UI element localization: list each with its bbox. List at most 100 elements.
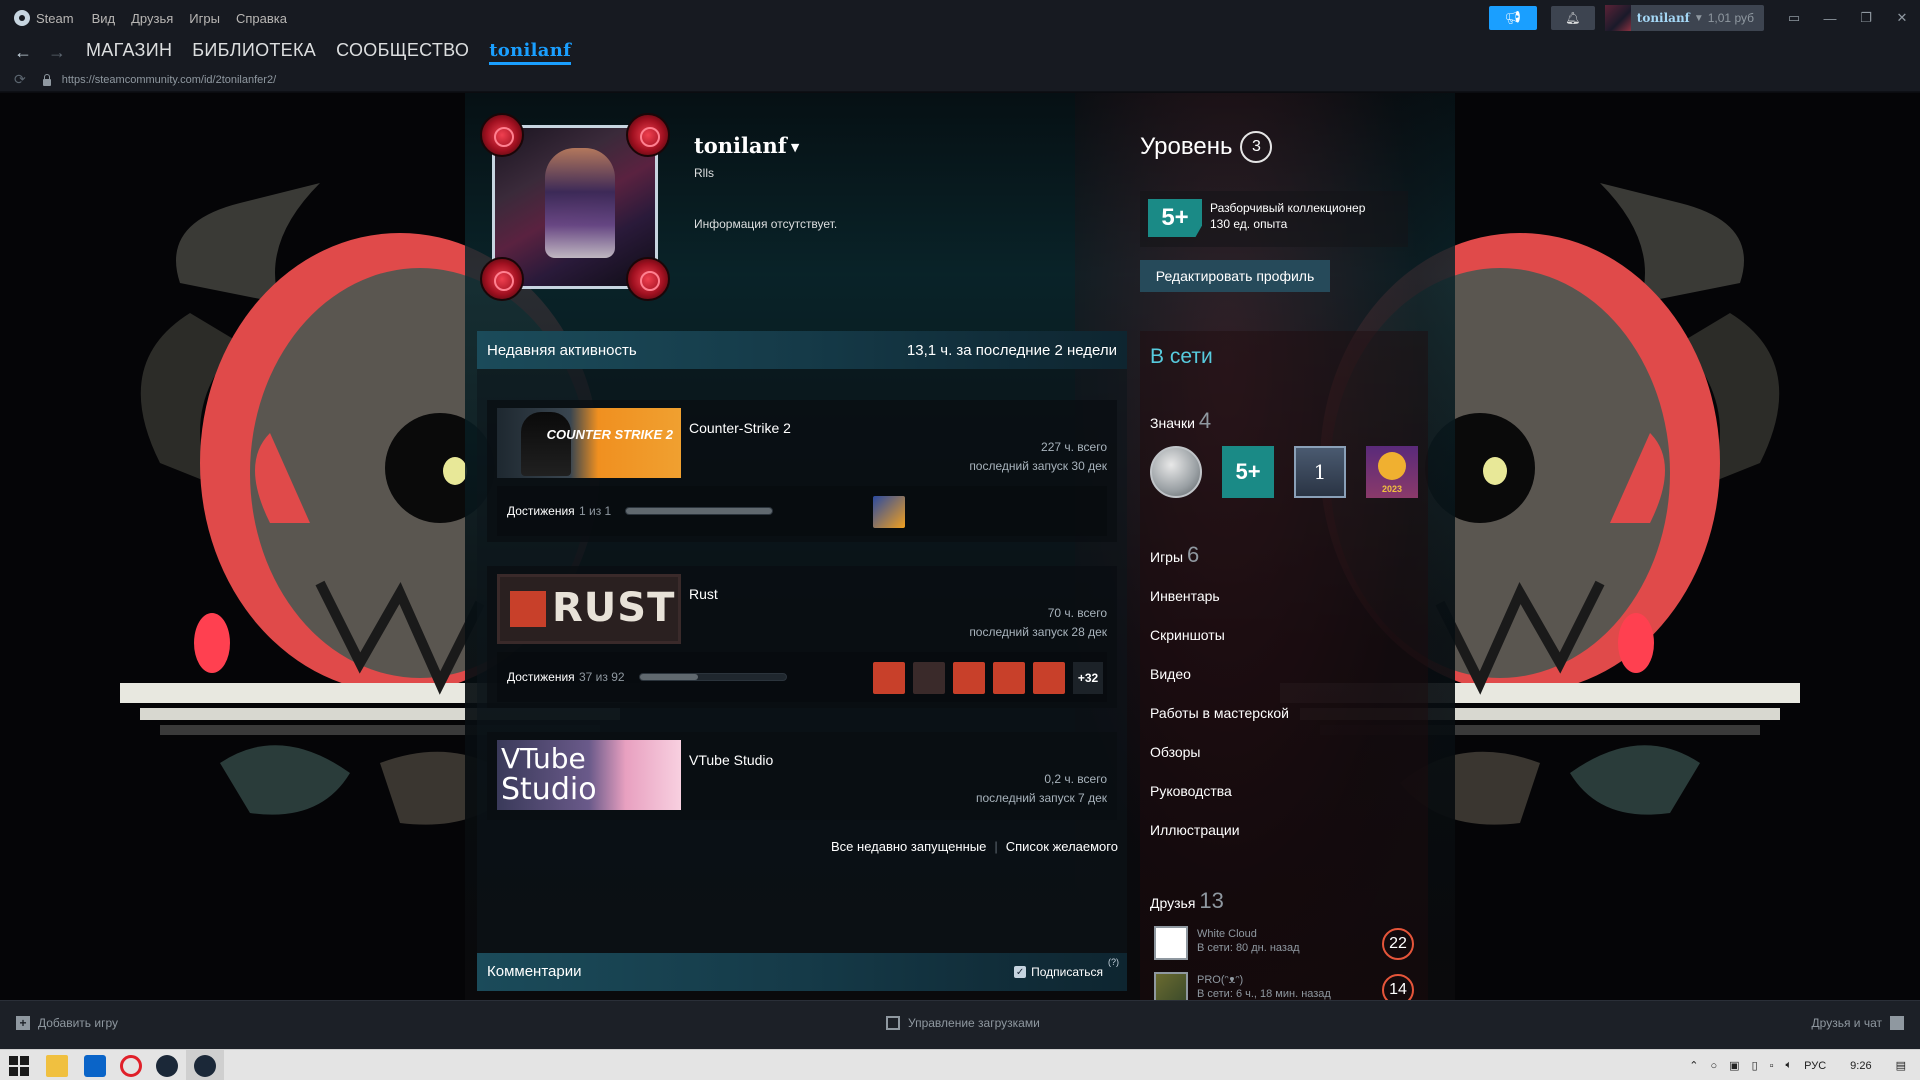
friends-icon: [1890, 1016, 1904, 1030]
tray-app-icon[interactable]: ○: [1711, 1060, 1718, 1072]
game-capsule-rust[interactable]: RUST: [497, 574, 681, 644]
menu-view[interactable]: Вид: [92, 11, 116, 26]
cs2-logo-text: COUNTER STRIKE 2: [546, 427, 673, 442]
title-bar: Steam Вид Друзья Игры Справка 📢︎ 🔔︎ toni…: [0, 0, 1920, 36]
nav-library[interactable]: БИБЛИОТЕКА: [192, 40, 316, 65]
reload-icon[interactable]: ⟳: [14, 71, 26, 88]
account-menu[interactable]: tonilanf ▼ 1,01 руб: [1604, 5, 1764, 31]
game-name[interactable]: Rust: [689, 586, 718, 602]
games-count: 6: [1187, 542, 1200, 567]
windows-start-icon[interactable]: [8, 1055, 30, 1077]
big-picture-icon[interactable]: ▭: [1776, 10, 1812, 26]
maximize-icon[interactable]: ❐: [1848, 10, 1884, 26]
friends-chat-button[interactable]: Друзья и чат: [1812, 1016, 1904, 1030]
achievement-icon[interactable]: [873, 496, 905, 528]
system-tray: ⌃ ○ ▣ ▯ ▫ 🔈︎ РУС 9:26 ▤: [1683, 1050, 1920, 1080]
wishlist-link[interactable]: Список желаемого: [1006, 839, 1118, 854]
videos-link[interactable]: Видео: [1150, 666, 1191, 682]
friend-row[interactable]: PRO(ᵔᴥᵔ) В сети: 6 ч., 18 мин. назад 14: [1154, 972, 1414, 1000]
announcements-button[interactable]: 📢︎: [1488, 6, 1537, 30]
battery-icon[interactable]: ▯: [1752, 1059, 1758, 1072]
badges-section-title[interactable]: Значки 4: [1150, 408, 1211, 434]
game-capsule-cs2[interactable]: COUNTER STRIKE 2: [497, 408, 681, 478]
subscribe-label: Подписаться: [1031, 965, 1103, 979]
recent-activity-summary: 13,1 ч. за последние 2 недели: [906, 341, 1117, 359]
close-icon[interactable]: ✕: [1884, 10, 1920, 26]
friends-section-title[interactable]: Друзья 13: [1150, 888, 1224, 914]
inventory-link[interactable]: Инвентарь: [1150, 588, 1220, 604]
outlook-icon[interactable]: [84, 1055, 106, 1077]
opera-icon[interactable]: [120, 1055, 142, 1077]
screenshots-link[interactable]: Скриншоты: [1150, 627, 1225, 643]
add-game-button[interactable]: + Добавить игру: [16, 1016, 118, 1030]
badges-count: 4: [1198, 408, 1212, 433]
game-name[interactable]: Counter-Strike 2: [689, 420, 791, 436]
achievements-label[interactable]: Достижения: [507, 670, 575, 684]
notification-center-icon[interactable]: ▤: [1896, 1059, 1906, 1072]
clock[interactable]: 9:26: [1850, 1060, 1871, 1072]
rose-icon: [626, 257, 670, 301]
activity-links: Все недавно запущенные | Список желаемог…: [831, 839, 1118, 854]
guides-link[interactable]: Руководства: [1150, 783, 1232, 799]
minimize-icon[interactable]: —: [1812, 11, 1848, 26]
comments-title: Комментарии: [487, 963, 582, 980]
menu-friends[interactable]: Друзья: [131, 11, 173, 26]
camera-icon[interactable]: ▣: [1729, 1059, 1739, 1072]
steam-replay-2023-badge-icon[interactable]: 2023: [1366, 446, 1418, 498]
workshop-link[interactable]: Работы в мастерской: [1150, 705, 1289, 721]
url-bar: ⟳ https://steamcommunity.com/id/2tonilan…: [0, 68, 1920, 92]
add-game-label: Добавить игру: [38, 1016, 118, 1030]
language-indicator[interactable]: РУС: [1804, 1060, 1826, 1072]
friend-avatar: [1154, 972, 1188, 1000]
achievement-icon[interactable]: [993, 662, 1025, 694]
steam-menu[interactable]: Steam: [14, 10, 74, 26]
featured-badge[interactable]: 5+ Разборчивый коллекционер 130 ед. опыт…: [1140, 191, 1408, 247]
nav-profile[interactable]: tonilanf: [489, 40, 572, 65]
rust-logo-icon: [510, 591, 546, 627]
back-arrow-icon[interactable]: ←: [14, 42, 32, 63]
profile-name[interactable]: tonilanf ▼: [694, 133, 799, 158]
reviews-link[interactable]: Обзоры: [1150, 744, 1201, 760]
subscribe-toggle[interactable]: ✓ Подписаться: [1014, 965, 1103, 979]
nav-links: МАГАЗИН БИБЛИОТЕКА СООБЩЕСТВО tonilanf: [86, 40, 572, 65]
achievement-icon[interactable]: [873, 662, 905, 694]
chevron-up-icon[interactable]: ⌃: [1689, 1059, 1698, 1072]
coin-badge-icon[interactable]: [1150, 446, 1202, 498]
downloads-button[interactable]: Управление загрузками: [886, 1016, 1040, 1030]
friend-row[interactable]: White Cloud В сети: 80 дн. назад 22: [1154, 926, 1414, 966]
achievements-count: 37 из 92: [579, 670, 625, 684]
achievements-label[interactable]: Достижения: [507, 504, 575, 518]
volume-icon[interactable]: 🔈︎: [1786, 1059, 1793, 1072]
online-status: В сети: [1150, 345, 1213, 368]
file-explorer-icon[interactable]: [46, 1055, 68, 1077]
nav-community[interactable]: СООБЩЕСТВО: [336, 40, 469, 65]
menu-help[interactable]: Справка: [236, 11, 287, 26]
notifications-button[interactable]: 🔔︎: [1550, 6, 1595, 30]
game-capsule-vtube[interactable]: VTube Studio: [497, 740, 681, 810]
edit-profile-button[interactable]: Редактировать профиль: [1140, 260, 1330, 292]
help-tooltip[interactable]: (?): [1108, 957, 1119, 967]
url-text[interactable]: https://steamcommunity.com/id/2tonilanfe…: [62, 74, 276, 86]
title-bar-right: 📢︎ 🔔︎ tonilanf ▼ 1,01 руб ▭ — ❐ ✕: [1488, 0, 1920, 36]
achievements-progress: [625, 507, 773, 515]
artwork-link[interactable]: Иллюстрации: [1150, 822, 1240, 838]
game-name[interactable]: VTube Studio: [689, 752, 773, 768]
years-badge-icon[interactable]: 1: [1294, 446, 1346, 498]
steam-taskbar-icon-active[interactable]: [194, 1055, 216, 1077]
checkbox-checked-icon[interactable]: ✓: [1014, 966, 1027, 978]
menu-games[interactable]: Игры: [189, 11, 220, 26]
achievement-icon[interactable]: [913, 662, 945, 694]
games-section-title[interactable]: Игры 6: [1150, 542, 1199, 568]
achievement-icon[interactable]: [1033, 662, 1065, 694]
collector-badge-icon[interactable]: 5+: [1222, 446, 1274, 498]
nav-store[interactable]: МАГАЗИН: [86, 40, 172, 65]
recent-activity-header: Недавняя активность 13,1 ч. за последние…: [477, 331, 1127, 369]
achievement-icon[interactable]: [953, 662, 985, 694]
friends-label: Друзья: [1150, 895, 1196, 911]
forward-arrow-icon[interactable]: →: [48, 42, 66, 63]
more-achievements-button[interactable]: +32: [1073, 662, 1103, 694]
all-recent-link[interactable]: Все недавно запущенные: [831, 839, 986, 854]
network-icon[interactable]: ▫: [1770, 1060, 1774, 1072]
steam-taskbar-icon[interactable]: [156, 1055, 178, 1077]
vtube-logo-text-2: Studio: [501, 772, 597, 807]
